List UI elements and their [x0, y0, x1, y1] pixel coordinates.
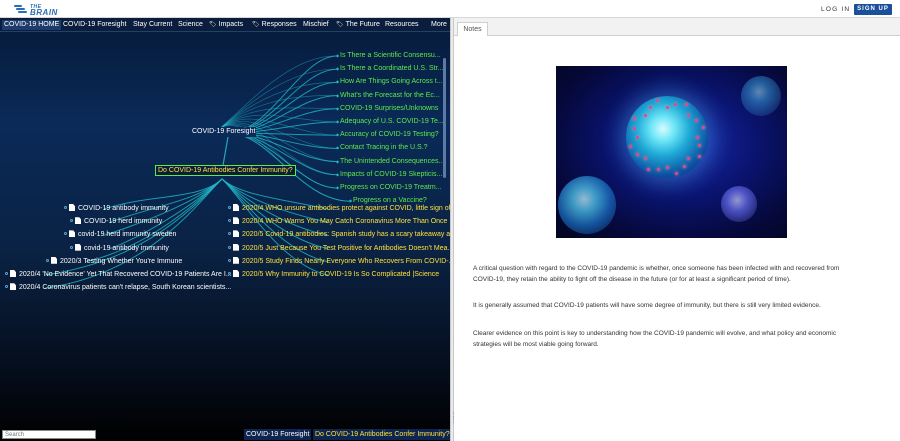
- coronavirus-image: [556, 66, 787, 238]
- jump-thought[interactable]: The Unintended Consequences...: [336, 157, 445, 167]
- thought-gate-icon[interactable]: [228, 232, 231, 236]
- thought-gate-icon[interactable]: [5, 285, 8, 289]
- child-thought[interactable]: 2020/4 'No Evidence' Yet That Recovered …: [5, 270, 232, 280]
- jump-thought[interactable]: Accuracy of COVID-19 Testing?: [336, 130, 439, 140]
- thought-label: Progress on COVID-19 Treatm...: [340, 184, 442, 191]
- thought-label: 2020/4 'No Evidence' Yet That Recovered …: [19, 271, 232, 278]
- jump-thought[interactable]: Adequacy of U.S. COVID-19 Te...: [336, 117, 444, 127]
- child-thought[interactable]: 2020/5 Just Because You Test Positive fo…: [228, 243, 450, 254]
- thought-label: 2020/3 Testing Whether You're Immune: [60, 257, 183, 265]
- thought-gate-icon[interactable]: [46, 258, 49, 262]
- child-thought[interactable]: 2020/5 Covid-19 antibodies: Spanish stud…: [228, 230, 450, 240]
- thought-label: COVID-19 Surprises/Unknowns: [340, 104, 439, 112]
- jump-thought[interactable]: How Are Things Going Across t...: [336, 77, 443, 87]
- thought-label: Is There a Scientific Consensu...: [340, 52, 441, 59]
- active-thought[interactable]: Do COVID-19 Antibodies Confer Immunity?: [155, 165, 296, 176]
- child-thought[interactable]: covid-19 herd immunity sweden: [64, 230, 176, 240]
- thought-gate-icon[interactable]: [228, 258, 231, 262]
- thought-gate-icon[interactable]: [228, 272, 231, 275]
- child-thought[interactable]: 2020/5 Study Finds Nearly Everyone Who R…: [228, 256, 450, 267]
- child-thought[interactable]: COVID-19 herd immunity: [70, 217, 162, 227]
- search-input[interactable]: Search: [2, 430, 96, 439]
- top-header: THE BRAIN LOG IN SIGN UP: [0, 0, 900, 18]
- jump-thought[interactable]: Contact Tracing in the U.S.?: [336, 143, 428, 153]
- thought-gate-icon[interactable]: [5, 272, 8, 275]
- log-in-link[interactable]: LOG IN: [821, 6, 850, 13]
- plex-scrollbar[interactable]: [443, 58, 446, 178]
- child-thought[interactable]: 2020/4 WHO Warns You May Catch Coronavir…: [228, 217, 447, 227]
- thought-gate-icon[interactable]: [70, 219, 73, 223]
- thought-label: 2020/4 WHO Warns You May Catch Coronavir…: [242, 218, 448, 226]
- note-paragraph: A critical question with regard to the C…: [473, 265, 840, 283]
- child-thought[interactable]: covid-19 antibody immunity: [70, 243, 169, 254]
- document-icon: [233, 204, 239, 211]
- note-paragraph: Clearer evidence on this point is key to…: [473, 330, 837, 348]
- child-thought[interactable]: COVID-19 antibody immunity: [64, 204, 169, 214]
- thought-link: [109, 178, 223, 223]
- breadcrumb-item[interactable]: COVID-19 Foresight: [244, 429, 312, 440]
- thought-gate-icon[interactable]: [228, 206, 231, 209]
- thought-label: covid-19 herd immunity sweden: [78, 231, 177, 239]
- document-icon: [75, 217, 81, 225]
- breadcrumb-item[interactable]: Do COVID-19 Antibodies Confer Immunity?: [313, 429, 450, 440]
- jump-thought[interactable]: What's the Forecast for the Ec...: [336, 91, 440, 101]
- thought-label: COVID-19 Foresight: [192, 128, 256, 135]
- thought-label: 2020/5 Covid-19 antibodies: Spanish stud…: [242, 231, 450, 239]
- thought-label: The Unintended Consequences...: [340, 157, 445, 165]
- thought-label: Is There a Coordinated U.S. Str...: [340, 65, 444, 73]
- document-icon: [69, 204, 75, 211]
- child-thought[interactable]: 2020/3 Testing Whether You're Immune: [46, 256, 183, 267]
- thought-label: Adequacy of U.S. COVID-19 Te...: [340, 118, 444, 125]
- document-icon: [75, 243, 81, 251]
- thought-label: 2020/4 Coronavirus patients can't relaps…: [19, 284, 232, 292]
- document-icon: [69, 230, 75, 238]
- thought-label: covid-19 antibody immunity: [84, 244, 169, 252]
- jump-thought[interactable]: Is There a Coordinated U.S. Str...: [336, 64, 444, 74]
- jump-thought[interactable]: Progress on COVID-19 Treatm...: [336, 183, 442, 193]
- thought-gate-icon[interactable]: [64, 232, 67, 236]
- thought-gate-icon[interactable]: [228, 219, 231, 223]
- document-icon: [233, 270, 239, 277]
- thought-label: Do COVID-19 Antibodies Confer Immunity?: [158, 167, 293, 174]
- notes-panel: Notes A critical question with regard to…: [454, 18, 900, 441]
- focus-thought[interactable]: COVID-19 Foresight: [191, 127, 257, 137]
- note-paragraph: It is generally assumed that COVID-19 pa…: [473, 302, 821, 309]
- notes-tabs: Notes: [454, 18, 900, 36]
- thought-gate-icon[interactable]: [228, 245, 231, 249]
- jump-thought[interactable]: Is There a Scientific Consensu...: [336, 51, 441, 61]
- brain-logo-icon: [14, 4, 27, 15]
- child-thought[interactable]: 2020/4 WHO unsure antibodies protect aga…: [228, 204, 450, 214]
- child-thought[interactable]: 2020/4 Coronavirus patients can't relaps…: [5, 283, 231, 293]
- brain-logo-text: THE BRAIN: [30, 3, 58, 17]
- thought-label: Contact Tracing in the U.S.?: [340, 144, 428, 152]
- thought-gate-icon[interactable]: [70, 245, 73, 249]
- document-icon: [10, 283, 16, 291]
- brain-plex[interactable]: COVID-19 HOME COVID-19 Foresight Stay Curr…: [0, 18, 450, 441]
- thought-label: 2020/5 Just Because You Test Positive fo…: [242, 244, 450, 252]
- thought-label: What's the Forecast for the Ec...: [340, 91, 440, 99]
- sign-up-button[interactable]: SIGN UP: [854, 4, 892, 15]
- thought-label: How Are Things Going Across t...: [340, 78, 443, 86]
- thought-label: COVID-19 antibody immunity: [78, 205, 169, 212]
- document-icon: [233, 243, 239, 251]
- document-icon: [233, 230, 239, 238]
- document-icon: [51, 256, 57, 264]
- document-icon: [233, 256, 239, 264]
- thought-label: Accuracy of COVID-19 Testing?: [340, 131, 439, 139]
- thought-label: 2020/4 WHO unsure antibodies protect aga…: [242, 205, 450, 212]
- brain-logo[interactable]: THE BRAIN: [14, 3, 58, 16]
- jump-thought[interactable]: Impacts of COVID-19 Skepticis...: [336, 170, 443, 180]
- thought-label: 2020/5 Study Finds Nearly Everyone Who R…: [242, 257, 450, 265]
- thought-gate-icon[interactable]: [64, 206, 67, 209]
- document-icon: [10, 270, 16, 277]
- thought-label: Impacts of COVID-19 Skepticis...: [340, 170, 443, 178]
- document-icon: [233, 217, 239, 225]
- thought-label: COVID-19 herd immunity: [84, 218, 163, 226]
- thought-label: 2020/5 Why Immunity to COVID-19 Is So Co…: [242, 271, 440, 278]
- child-thought[interactable]: 2020/5 Why Immunity to COVID-19 Is So Co…: [228, 270, 439, 280]
- jump-thought[interactable]: COVID-19 Surprises/Unknowns: [336, 104, 439, 114]
- tab-notes[interactable]: Notes: [457, 22, 488, 36]
